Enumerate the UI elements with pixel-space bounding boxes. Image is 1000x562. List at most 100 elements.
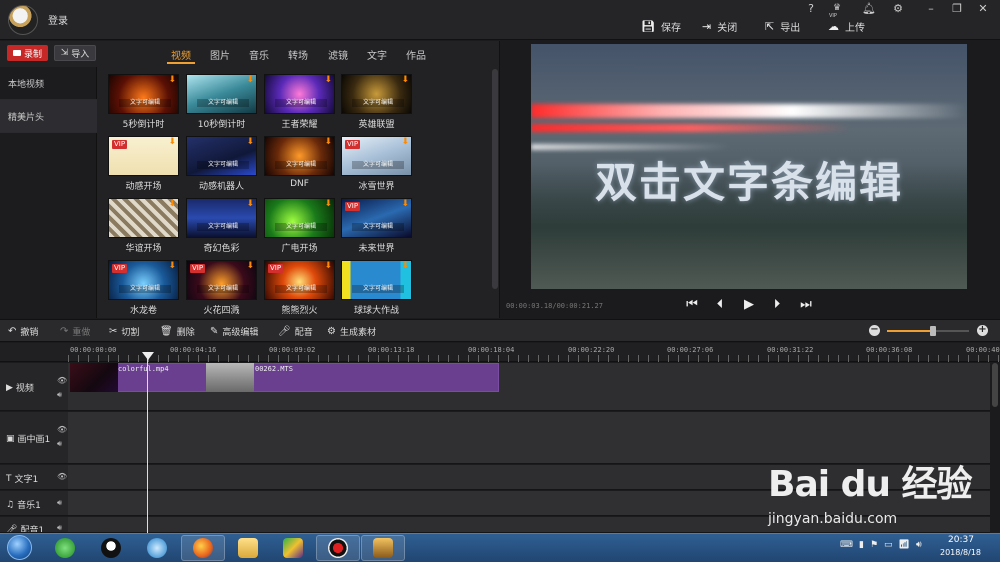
taskbar-app[interactable] xyxy=(135,535,179,561)
download-icon[interactable]: ⬇ xyxy=(168,138,176,147)
taskbar-app[interactable] xyxy=(181,535,225,561)
download-icon[interactable]: ⬇ xyxy=(168,262,176,271)
template-tile[interactable]: ⬇ 华谊开场 xyxy=(108,198,179,254)
clock-date[interactable]: 2018/8/18 xyxy=(940,548,981,557)
playhead-handle[interactable] xyxy=(142,352,154,360)
template-thumbnail[interactable]: VIP 文字可编辑 ⬇ xyxy=(186,260,257,300)
tab-image[interactable]: 图片 xyxy=(210,47,230,62)
delete-button[interactable]: 🗑︎ 删除 xyxy=(160,325,195,338)
template-tile[interactable]: VIP 文字可编辑 ⬇ 火花四溅 xyxy=(186,260,257,316)
speaker-icon[interactable]: 🔊︎ xyxy=(57,523,62,532)
download-icon[interactable]: ⬇ xyxy=(324,138,332,147)
download-icon[interactable]: ⬇ xyxy=(246,262,254,271)
start-button[interactable] xyxy=(2,534,38,561)
template-tile[interactable]: VIP 文字可编辑 ⬇ 冰雪世界 xyxy=(341,136,412,192)
template-tile[interactable]: 文字可编辑 ⬇ 5秒倒计时 xyxy=(108,74,179,130)
template-tile[interactable]: 文字可编辑 ⬇ DNF xyxy=(264,136,335,191)
track-header-pip[interactable]: ▣ 画中画1 👁︎ 🔊︎ xyxy=(0,412,68,464)
download-icon[interactable]: ⬇ xyxy=(324,262,332,271)
download-icon[interactable]: ⬇ xyxy=(401,138,409,147)
sidebar-item-intros[interactable]: 精美片头 xyxy=(0,100,97,133)
template-thumbnail[interactable]: 文字可编辑 ⬇ xyxy=(264,198,335,238)
speaker-icon[interactable]: 🔊︎ xyxy=(57,390,62,400)
taskbar-app[interactable] xyxy=(316,535,360,561)
speaker-icon[interactable]: 🔊︎ xyxy=(57,439,62,449)
template-thumbnail[interactable]: ⬇ xyxy=(108,198,179,238)
template-thumbnail[interactable]: 文字可编辑 ⬇ xyxy=(264,74,335,114)
eye-icon[interactable]: 👁︎ xyxy=(57,425,67,434)
template-tile[interactable]: VIP 文字可编辑 ⬇ 未来世界 xyxy=(341,198,412,254)
login-link[interactable]: 登录 xyxy=(48,12,68,27)
download-icon[interactable]: ⬇ xyxy=(324,76,332,85)
download-icon[interactable]: ⬇ xyxy=(246,200,254,209)
download-icon[interactable]: ⬇ xyxy=(401,262,409,271)
undo-button[interactable]: ↶ 撤销 xyxy=(8,325,38,338)
clock-time[interactable]: 20:37 xyxy=(948,535,974,545)
template-thumbnail[interactable]: 文字可编辑 ⬇ xyxy=(264,136,335,176)
track-header-dub[interactable]: 🎤︎ 配音1 🔊︎ xyxy=(0,517,68,533)
flag-icon[interactable]: ⚑ xyxy=(870,540,878,550)
export-button[interactable]: ⇱ 导出 xyxy=(765,18,800,34)
volume-icon[interactable]: 🔊︎ xyxy=(916,540,922,550)
template-tile[interactable]: 文字可编辑 ⬇ 广电开场 xyxy=(264,198,335,254)
download-icon[interactable]: ⬇ xyxy=(168,76,176,85)
tab-filter[interactable]: 滤镜 xyxy=(328,47,348,62)
template-tile[interactable]: VIP 文字可编辑 ⬇ 水龙卷 xyxy=(108,260,179,316)
template-tile[interactable]: 文字可编辑 ⬇ 王者荣耀 xyxy=(264,74,335,130)
download-icon[interactable]: ⬇ xyxy=(401,200,409,209)
redo-button[interactable]: ↷ 重做 xyxy=(60,325,90,338)
template-thumbnail[interactable]: VIP 文字可编辑 ⬇ xyxy=(341,198,412,238)
download-icon[interactable]: ⬇ xyxy=(246,76,254,85)
tab-video[interactable]: 视频 xyxy=(171,47,191,62)
record-button[interactable]: 录制 xyxy=(7,45,48,61)
taskbar-app[interactable] xyxy=(361,535,405,561)
taskbar-app[interactable] xyxy=(226,535,270,561)
download-icon[interactable]: ⬇ xyxy=(324,200,332,209)
template-thumbnail[interactable]: 文字可编辑 ⬇ xyxy=(108,74,179,114)
template-thumbnail[interactable]: 文字可编辑 ⬇ xyxy=(186,74,257,114)
template-thumbnail[interactable]: 文字可编辑 ⬇ xyxy=(341,74,412,114)
eye-icon[interactable]: 👁︎ xyxy=(57,472,67,481)
network-icon[interactable]: 📶︎ xyxy=(899,540,910,550)
taskbar-app[interactable] xyxy=(89,535,133,561)
track-header-music[interactable]: ♫ 音乐1 🔊︎ xyxy=(0,491,68,516)
tab-text[interactable]: 文字 xyxy=(367,47,387,62)
cut-button[interactable]: ✂ 切割 xyxy=(109,325,139,338)
preview-title-text[interactable]: 双击文字条编辑 xyxy=(531,149,967,210)
generate-button[interactable]: ⚙ 生成素材 xyxy=(327,325,376,338)
track-header-video[interactable]: ▶ 视频 👁︎ 🔊︎ xyxy=(0,363,68,411)
sidebar-item-local-video[interactable]: 本地视频 xyxy=(0,67,97,100)
minimize-icon[interactable]: – xyxy=(922,1,940,17)
skip-end-icon[interactable]: ⏭ xyxy=(798,297,814,313)
zoom-in-icon[interactable]: + xyxy=(977,325,988,336)
zoom-out-icon[interactable]: − xyxy=(869,325,880,336)
template-tile[interactable]: VIP ⬇ 动感开场 xyxy=(108,136,179,192)
grid-scrollbar[interactable] xyxy=(492,69,498,289)
track-header-text[interactable]: T 文字1 👁︎ xyxy=(0,465,68,490)
timeline-scrollbar[interactable] xyxy=(992,363,998,407)
close-window-icon[interactable]: ✕ xyxy=(974,1,992,17)
download-icon[interactable]: ⬇ xyxy=(401,76,409,85)
template-thumbnail[interactable]: 文字可编辑 ⬇ xyxy=(186,136,257,176)
template-thumbnail[interactable]: 文字可编辑 ⬇ xyxy=(186,198,257,238)
monitor-icon[interactable]: ▭ xyxy=(884,540,893,550)
template-thumbnail[interactable]: VIP ⬇ xyxy=(108,136,179,176)
restore-icon[interactable]: ❐ xyxy=(948,1,966,17)
keyboard-icon[interactable]: ⌨ xyxy=(840,540,853,550)
zoom-slider-handle[interactable] xyxy=(930,326,936,336)
speaker-icon[interactable]: 🔊︎ xyxy=(57,498,62,508)
download-icon[interactable]: ⬇ xyxy=(246,138,254,147)
template-thumbnail[interactable]: VIP 文字可编辑 ⬇ xyxy=(108,260,179,300)
skip-start-icon[interactable]: ⏮ xyxy=(684,297,700,313)
next-frame-icon[interactable]: ⏵ xyxy=(769,297,785,313)
playhead[interactable] xyxy=(147,353,148,533)
eye-icon[interactable]: 👁︎ xyxy=(57,376,67,385)
import-button[interactable]: ⇲ 导入 xyxy=(54,45,96,61)
template-tile[interactable]: 文字可编辑 ⬇ 奇幻色彩 xyxy=(186,198,257,254)
tab-music[interactable]: 音乐 xyxy=(249,47,269,62)
template-tile[interactable]: VIP 文字可编辑 ⬇ 熊熊烈火 xyxy=(264,260,335,316)
advanced-edit-button[interactable]: ✎ 高级编辑 xyxy=(210,325,258,338)
help-icon[interactable]: ? xyxy=(802,1,820,17)
template-tile[interactable]: 文字可编辑 ⬇ 英雄联盟 xyxy=(341,74,412,130)
close-project-button[interactable]: ⇥ 关闭 xyxy=(702,18,737,34)
